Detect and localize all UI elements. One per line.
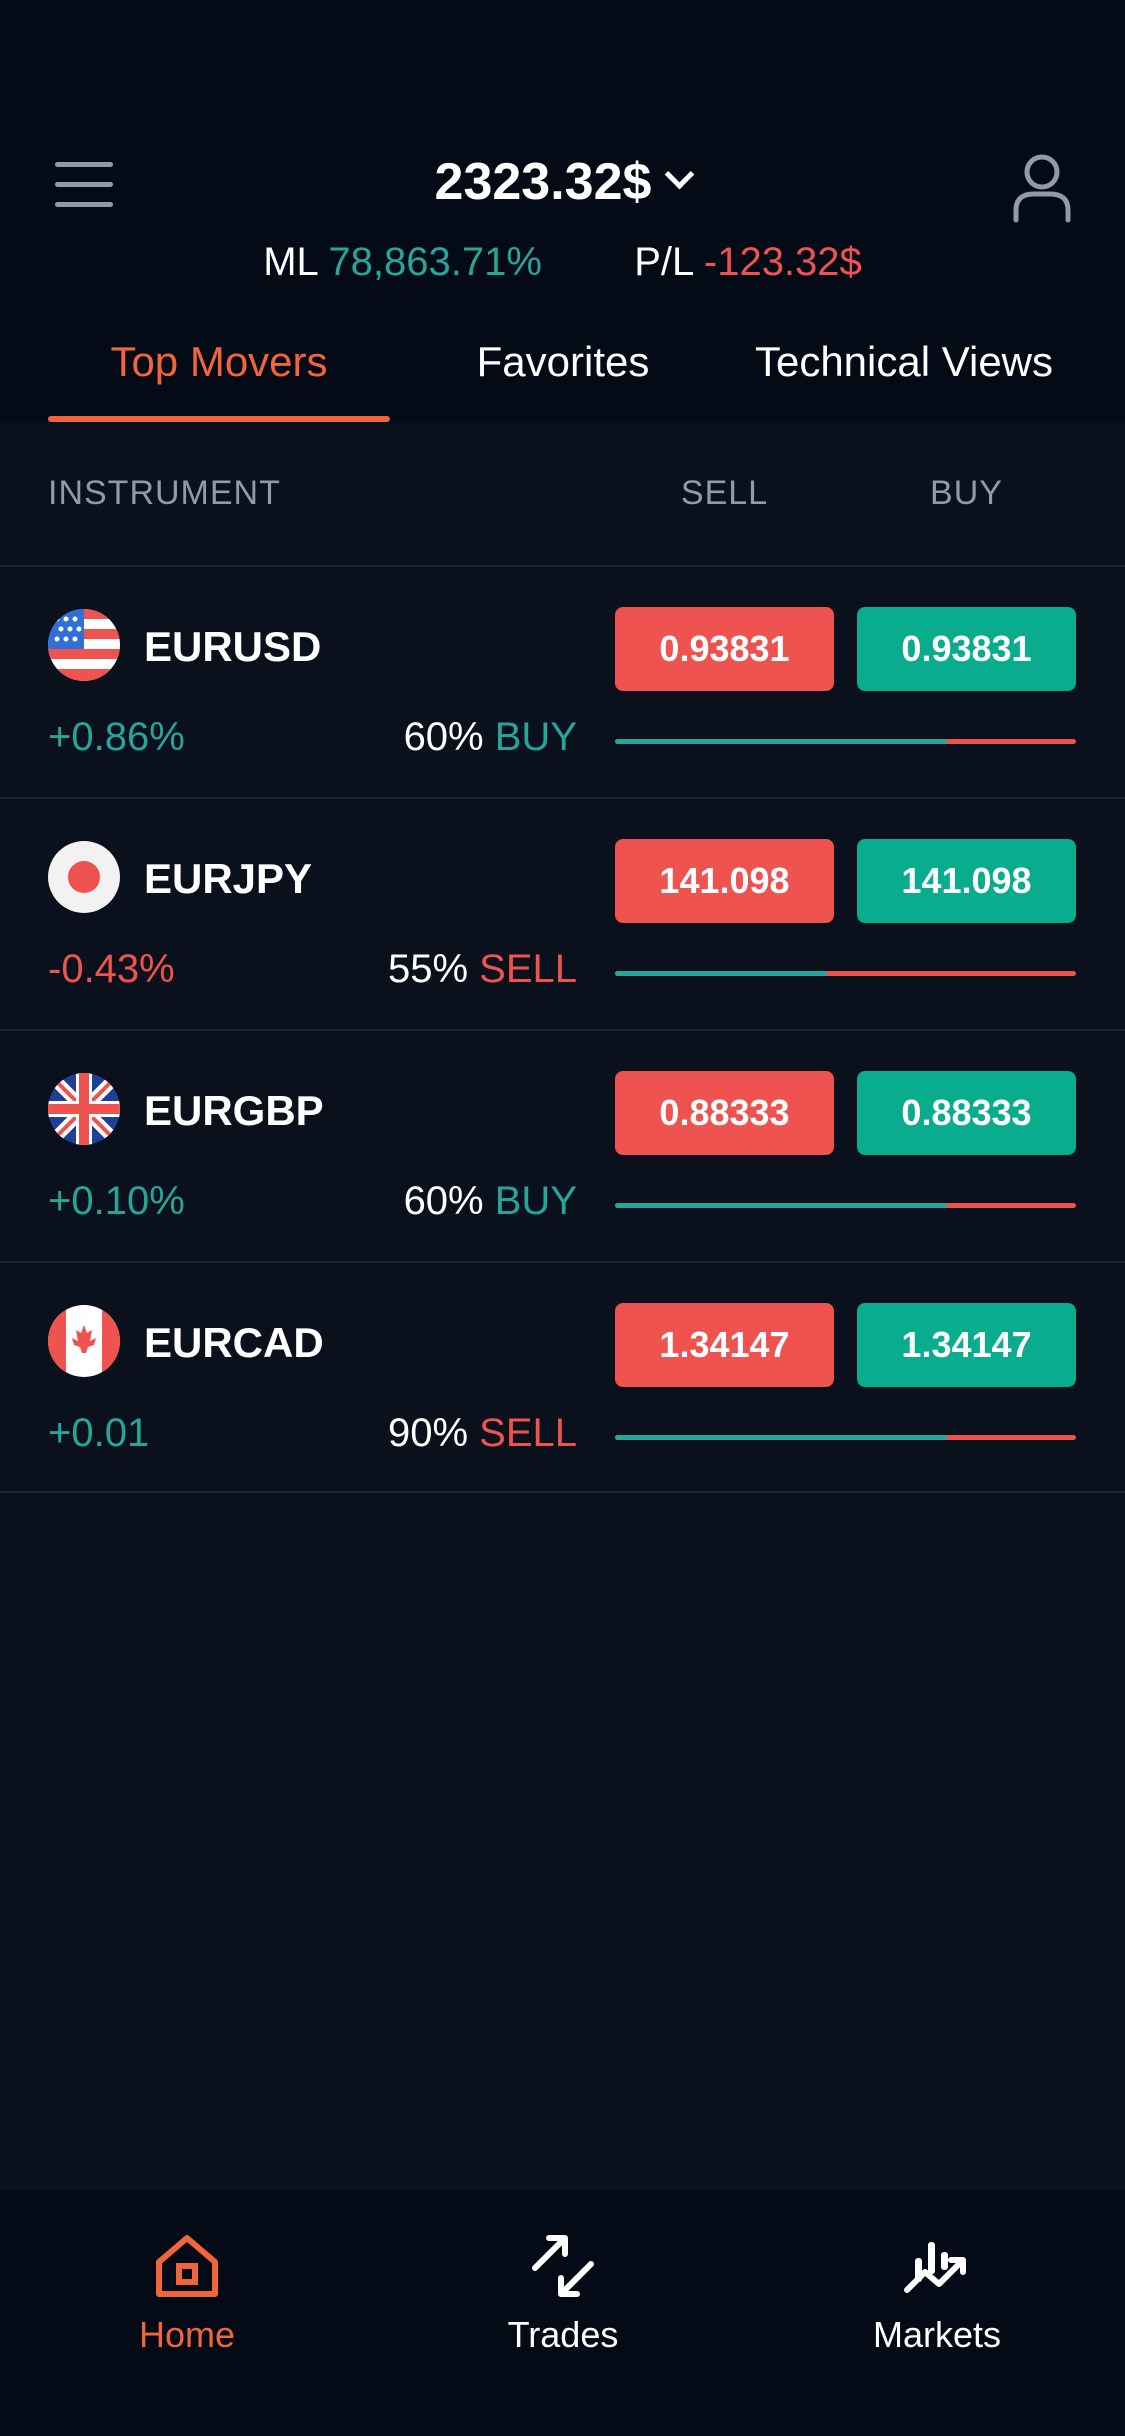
nav-markets[interactable]: Markets bbox=[812, 2230, 1062, 2356]
sentiment-percent: 55% bbox=[387, 947, 469, 991]
trades-icon bbox=[527, 2230, 599, 2302]
us-flag-icon bbox=[48, 609, 120, 681]
instrument-row-eurcad[interactable]: EURCAD +0.01 90% SELL 1.34147 1.34147 bbox=[0, 1263, 1125, 1493]
sell-button[interactable]: 141.098 bbox=[615, 839, 834, 923]
tab-top-movers[interactable]: Top Movers bbox=[48, 338, 390, 386]
instrument-row-eurjpy[interactable]: EURJPY -0.43% 55% SELL 141.098 141.098 bbox=[0, 799, 1125, 1029]
nav-label: Markets bbox=[872, 2314, 1002, 2355]
column-header-instrument: INSTRUMENT bbox=[48, 474, 281, 512]
sentiment-label: 60% BUY bbox=[404, 1179, 577, 1224]
sentiment-bar bbox=[615, 739, 1076, 744]
instrument-symbol: EURJPY bbox=[144, 855, 313, 902]
change-percent: +0.10% bbox=[48, 1179, 185, 1223]
bottom-nav: Home Trades Markets bbox=[0, 2190, 1125, 2436]
sell-button[interactable]: 0.88333 bbox=[615, 1071, 834, 1155]
sentiment-bar bbox=[615, 1203, 1076, 1208]
sentiment-percent: 90% bbox=[387, 1411, 469, 1455]
sentiment-percent: 60% bbox=[403, 715, 484, 759]
pl-label: P/L bbox=[634, 240, 693, 284]
chevron-down-icon bbox=[665, 159, 695, 190]
tab-technical-views[interactable]: Technical Views bbox=[730, 338, 1078, 386]
markets-icon bbox=[901, 2230, 973, 2302]
buy-button[interactable]: 1.34147 bbox=[857, 1303, 1076, 1387]
sentiment-side: SELL bbox=[479, 947, 577, 991]
sentiment-percent: 60% bbox=[403, 1179, 484, 1223]
buy-button[interactable]: 0.88333 bbox=[857, 1071, 1076, 1155]
sentiment-side: BUY bbox=[494, 715, 577, 759]
balance-selector[interactable]: 2323.32$ bbox=[0, 152, 1125, 212]
change-percent: +0.86% bbox=[48, 715, 185, 759]
nav-label: Home bbox=[138, 2314, 236, 2355]
tab-favorites[interactable]: Favorites bbox=[420, 338, 706, 386]
sentiment-side: SELL bbox=[479, 1411, 577, 1455]
buy-button[interactable]: 0.93831 bbox=[857, 607, 1076, 691]
user-icon[interactable] bbox=[1010, 152, 1074, 224]
instrument-row-eurusd[interactable]: EURUSD +0.86% 60% BUY 0.93831 0.93831 bbox=[0, 567, 1125, 797]
instrument-symbol: EURGBP bbox=[144, 1087, 324, 1134]
sell-button[interactable]: 1.34147 bbox=[615, 1303, 834, 1387]
active-tab-indicator bbox=[48, 416, 390, 422]
sell-button[interactable]: 0.93831 bbox=[615, 607, 834, 691]
nav-trades[interactable]: Trades bbox=[438, 2230, 688, 2356]
sentiment-label: 90% SELL bbox=[388, 1411, 577, 1456]
sentiment-bar-fill bbox=[615, 971, 828, 976]
sentiment-bar-fill bbox=[615, 1435, 947, 1440]
instrument-symbol: EURCAD bbox=[144, 1319, 324, 1366]
column-header-sell: SELL bbox=[680, 474, 769, 512]
sentiment-label: 60% BUY bbox=[404, 715, 577, 760]
sentiment-bar-fill bbox=[615, 1203, 947, 1208]
sentiment-label: 55% SELL bbox=[388, 947, 577, 992]
balance-value: 2323.32$ bbox=[434, 153, 652, 211]
change-percent: +0.01 bbox=[48, 1411, 150, 1455]
nav-home[interactable]: Home bbox=[62, 2230, 312, 2356]
instrument-row-eurgbp[interactable]: EURGBP +0.10% 60% BUY 0.88333 0.88333 bbox=[0, 1031, 1125, 1261]
sentiment-side: BUY bbox=[494, 1179, 577, 1223]
home-icon bbox=[151, 2230, 223, 2302]
change-percent: -0.43% bbox=[48, 947, 175, 991]
ml-value: 78,863.71% bbox=[328, 240, 542, 284]
divider bbox=[0, 1491, 1125, 1493]
account-stats: ML 78,863.71% P/L -123.32$ bbox=[0, 240, 1125, 285]
nav-label: Trades bbox=[507, 2314, 619, 2355]
sentiment-bar bbox=[615, 1435, 1076, 1440]
sentiment-bar-fill bbox=[615, 739, 947, 744]
instrument-symbol: EURUSD bbox=[144, 623, 322, 670]
jp-flag-icon bbox=[48, 841, 120, 913]
buy-button[interactable]: 141.098 bbox=[857, 839, 1076, 923]
ml-label: ML bbox=[263, 240, 318, 284]
column-header-buy: BUY bbox=[930, 474, 1003, 512]
sentiment-bar bbox=[615, 971, 1076, 976]
ca-flag-icon bbox=[48, 1305, 120, 1377]
pl-value: -123.32$ bbox=[703, 240, 862, 284]
gb-flag-icon bbox=[48, 1073, 120, 1145]
top-header: 2323.32$ ML 78,863.71% P/L -123.32$ Top … bbox=[0, 0, 1125, 423]
